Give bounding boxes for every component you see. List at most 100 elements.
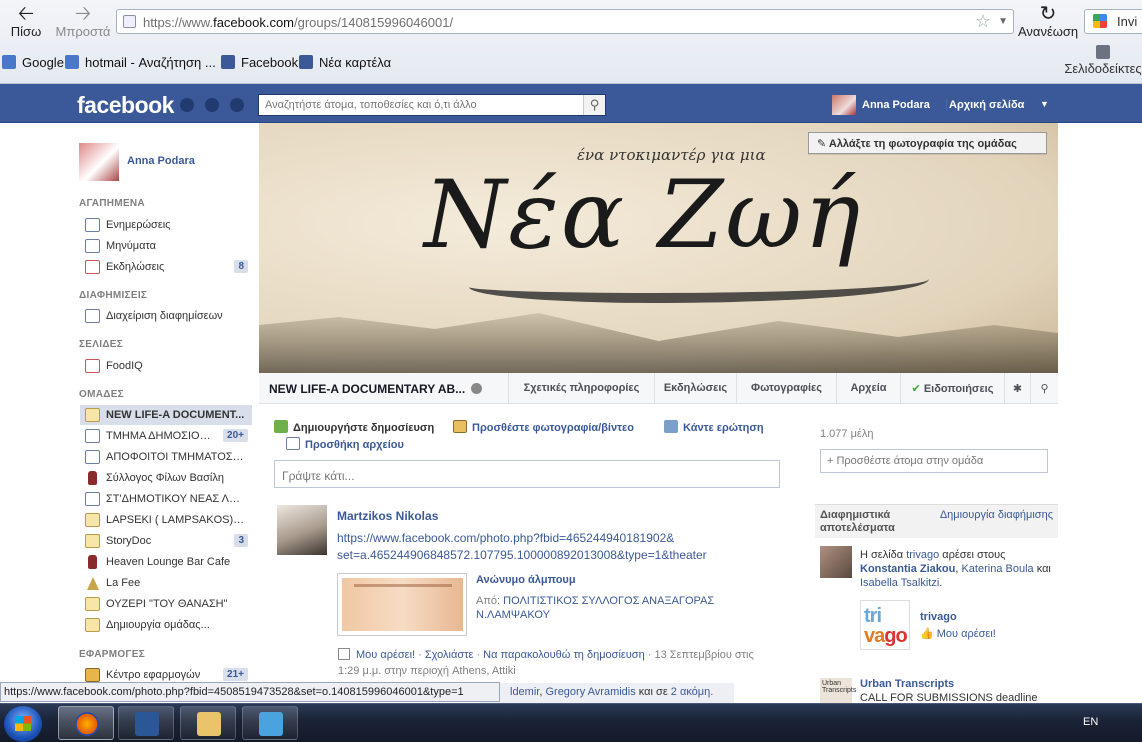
ad-page-name[interactable]: trivago (920, 611, 957, 623)
tab-events[interactable]: Εκδηλώσεις (654, 373, 736, 403)
reload-icon: ↻ (1039, 3, 1057, 25)
language-indicator[interactable]: EN (1083, 716, 1098, 728)
change-cover-button[interactable]: ✎ Αλλάξτε τη φωτογραφία της ομάδας (808, 132, 1047, 154)
facebook-top-bar: facebook Αναζητήστε άτομα, τοποθεσίες κα… (0, 84, 1142, 123)
browser-search-box[interactable]: Invi (1084, 9, 1142, 34)
like-link[interactable]: Μου αρέσει! (356, 649, 415, 661)
group-icon (85, 450, 100, 464)
page-icon (85, 359, 100, 373)
facebook-logo[interactable]: facebook (77, 92, 174, 119)
ask-question-button[interactable]: Κάντε ερώτηση (664, 420, 764, 434)
search-icon[interactable]: ⚲ (1030, 373, 1058, 403)
post-author[interactable]: Martzikos Nikolas (337, 509, 438, 523)
write-something-input[interactable]: Γράψτε κάτι... (274, 460, 780, 488)
bookmarks-menu-button[interactable]: Σελιδοδείκτες (1064, 45, 1142, 76)
forward-arrow-icon: 🡢 (74, 3, 92, 25)
status-bar-url: https://www.facebook.com/photo.php?fbid=… (0, 682, 500, 702)
home-link[interactable]: Αρχική σελίδα (946, 99, 1024, 111)
group-icon (85, 408, 100, 422)
taskbar-explorer[interactable] (180, 706, 236, 740)
folder-icon (197, 712, 221, 736)
attachment-source: Από: ΠΟΛΙΤΙΣΤΙΚΟΣ ΣΥΛΛΟΓΟΣ ΑΝΑΞΑΓΟΡΑΣ Ν.… (476, 595, 715, 621)
sidebar-item-group[interactable]: ΣΤ'ΔΗΜΟΤΙΚΟΥ ΝΕΑΣ ΛΑΜ... (80, 489, 252, 509)
url-dropdown-icon[interactable]: ▼ (998, 16, 1008, 27)
bottle-icon (88, 555, 97, 569)
tab-about[interactable]: Σχετικές πληροφορίες (508, 373, 654, 403)
count-badge: 8 (234, 260, 248, 273)
bookmark-star-icon[interactable]: ☆ (975, 11, 991, 32)
sidebar-item-messages[interactable]: Μηνύματα (80, 236, 252, 256)
search-icon[interactable]: ⚲ (583, 95, 605, 115)
sidebar-item-group[interactable]: ΟΥΖΕΡΙ "ΤΟΥ ΘΑΝΑΣΗ" (80, 594, 252, 614)
ad-urban-transcripts[interactable]: Urban Transcripts Urban Transcripts CALL… (820, 676, 1056, 703)
sidebar-item-foodiq[interactable]: FoodIQ (80, 356, 252, 376)
count-badge: 3 (234, 534, 248, 547)
fb-search-input[interactable]: Αναζητήστε άτομα, τοποθεσίες και ό,τι άλ… (258, 94, 606, 116)
sidebar-item-group[interactable]: NEW LIFE-A DOCUMENT... (80, 405, 252, 425)
top-profile-link[interactable]: Anna Podara (832, 95, 930, 115)
attachment-source-link[interactable]: ΠΟΛΙΤΙΣΤΙΚΟΣ ΣΥΛΛΟΓΟΣ ΑΝΑΞΑΓΟΡΑΣ Ν.ΛΑΜΨΑ… (476, 595, 714, 621)
like-icon (338, 648, 350, 660)
create-post-button[interactable]: Δημιουργήστε δημοσίευση (274, 420, 434, 434)
group-name[interactable]: NEW LIFE-A DOCUMENTARY AB... (269, 382, 483, 396)
bookmark-google[interactable]: Google (2, 55, 64, 70)
create-ad-link[interactable]: Δημιουργία διαφήμισης (940, 509, 1053, 521)
ad-like-button[interactable]: 👍 Μου αρέσει! (920, 627, 996, 640)
status-icon (274, 420, 288, 433)
bookmark-hotmail[interactable]: hotmail - Αναζήτηση ... (65, 55, 216, 70)
sidebar-item-create-group[interactable]: Δημιουργία ομάδας... (80, 615, 252, 635)
account-menu-chevron-icon[interactable]: ▼ (1040, 99, 1049, 109)
avatar[interactable] (820, 546, 852, 578)
post-link[interactable]: https://www.facebook.com/photo.php?fbid=… (337, 530, 757, 564)
notifications-globe-icon[interactable] (230, 98, 244, 112)
add-file-button[interactable]: Προσθήκη αρχείου (286, 437, 404, 451)
bookmark-new-tab[interactable]: Νέα καρτέλα (299, 55, 391, 70)
sidebar-item-group[interactable]: La Fee (80, 573, 252, 593)
messages-icon[interactable] (205, 98, 219, 112)
sidebar-item-group[interactable]: StoryDoc 3 (80, 531, 252, 551)
sidebar-item-group[interactable]: Heaven Lounge Bar Cafe (80, 552, 252, 572)
tab-files[interactable]: Αρχεία (836, 373, 900, 403)
back-button[interactable]: 🡠 Πίσω (6, 4, 46, 39)
add-photo-video-button[interactable]: Προσθέστε φωτογραφία/βίντεο (453, 420, 634, 434)
group-cover-photo: ένα ντοκιμαντέρ για μια Νέα Ζωή (259, 123, 1058, 373)
sidebar-item-group[interactable]: ΤΜΗΜΑ ΔΗΜΟΣΙΟΓΡ... 20+ (80, 426, 252, 446)
comment-link[interactable]: Σχολιάστε (425, 649, 474, 661)
sidebar-item-ads-manager[interactable]: Διαχείριση διαφημίσεων (80, 306, 252, 326)
trivago-logo[interactable]: tri vago (860, 600, 910, 650)
sidebar-item-events[interactable]: Εκδηλώσεις 8 (80, 257, 252, 277)
taskbar-firefox[interactable] (58, 706, 114, 740)
forward-button[interactable]: 🡢 Μπροστά (52, 4, 114, 39)
question-icon (664, 420, 678, 433)
follow-post-link[interactable]: Να παρακολουθώ τη δημοσίευση (483, 649, 645, 661)
google-icon (65, 55, 79, 69)
photo-viewer-icon (259, 712, 283, 736)
tab-notifications[interactable]: ✔ Ειδοποιήσεις (900, 373, 1004, 403)
address-bar[interactable]: https://www.facebook.com/groups/14081599… (116, 9, 1014, 34)
settings-gear-icon[interactable]: ✱ (1004, 373, 1030, 403)
taskbar-word[interactable] (118, 706, 174, 740)
thumbs-up-icon: 👍 (920, 628, 934, 640)
friend-requests-icon[interactable] (180, 98, 194, 112)
avatar[interactable] (79, 143, 119, 181)
section-favorites: ΑΓΑΠΗΜΕΝΑ (79, 198, 145, 209)
site-identity-icon[interactable] (123, 15, 136, 28)
app-center-icon (85, 668, 100, 682)
windows-logo-icon (15, 716, 31, 731)
sidebar-item-group[interactable]: ΑΠΟΦΟΙΤΟΙ ΤΜΗΜΑΤΟΣ Δ... (80, 447, 252, 467)
attachment-thumbnail[interactable] (337, 573, 467, 636)
sidebar-item-news-feed[interactable]: Ενημερώσεις (80, 215, 252, 235)
start-button[interactable] (4, 706, 42, 742)
add-people-input[interactable]: + Προσθέστε άτομα στην ομάδα (820, 449, 1048, 473)
attachment-title[interactable]: Ανώνυμο άλμπουμ (476, 574, 576, 586)
taskbar-photo-viewer[interactable] (242, 706, 298, 740)
checkmark-icon: ✔ (911, 383, 921, 395)
bookmark-facebook[interactable]: Facebook (221, 55, 298, 70)
reload-button[interactable]: ↻ Ανανέωση (1018, 4, 1078, 39)
tab-photos[interactable]: Φωτογραφίες (736, 373, 836, 403)
word-icon (135, 712, 159, 736)
member-count[interactable]: 1.077 μέλη (820, 428, 873, 440)
sidebar-item-group[interactable]: Σύλλογος Φίλων Βασίλη (80, 468, 252, 488)
avatar[interactable] (277, 505, 327, 555)
sidebar-item-group[interactable]: LAPSEKI ( LAMPSAKOS) HE... (80, 510, 252, 530)
